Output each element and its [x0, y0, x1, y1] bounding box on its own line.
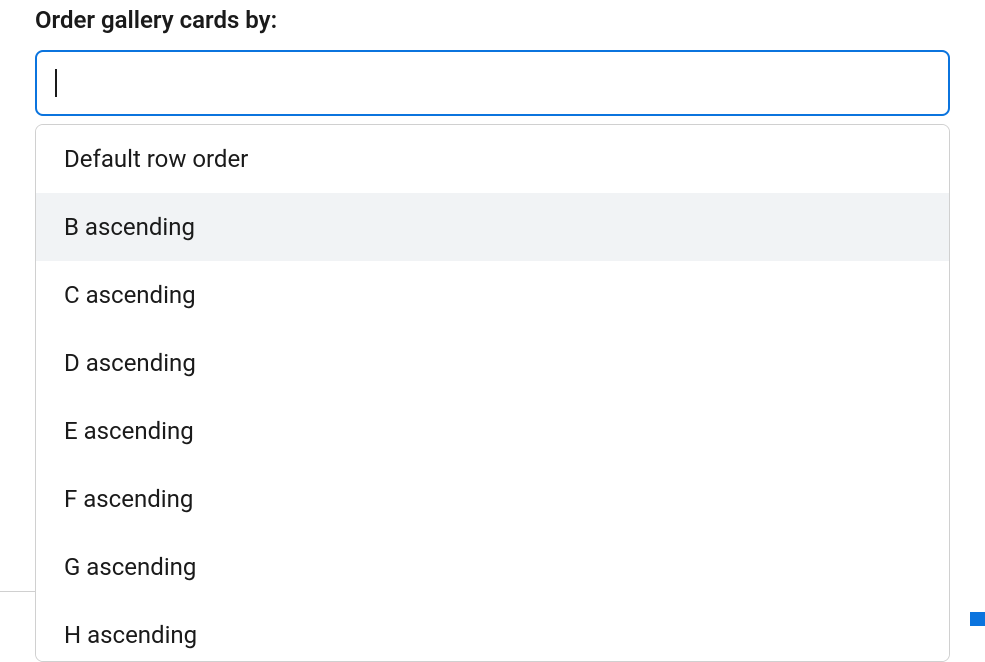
- dropdown-option-default-row-order[interactable]: Default row order: [36, 125, 949, 193]
- text-cursor: [55, 69, 57, 97]
- dropdown-option-e-ascending[interactable]: E ascending: [36, 397, 949, 465]
- dropdown-option-b-ascending[interactable]: B ascending: [36, 193, 949, 261]
- divider-line: [0, 591, 36, 592]
- order-by-dropdown: Default row order B ascending C ascendin…: [35, 124, 950, 662]
- dropdown-option-h-ascending[interactable]: H ascending: [36, 601, 949, 661]
- corner-accent: [970, 612, 985, 626]
- dropdown-option-c-ascending[interactable]: C ascending: [36, 261, 949, 329]
- dropdown-option-g-ascending[interactable]: G ascending: [36, 533, 949, 601]
- dropdown-option-d-ascending[interactable]: D ascending: [36, 329, 949, 397]
- order-by-label: Order gallery cards by:: [35, 6, 950, 34]
- order-by-input[interactable]: [35, 50, 950, 116]
- dropdown-option-f-ascending[interactable]: F ascending: [36, 465, 949, 533]
